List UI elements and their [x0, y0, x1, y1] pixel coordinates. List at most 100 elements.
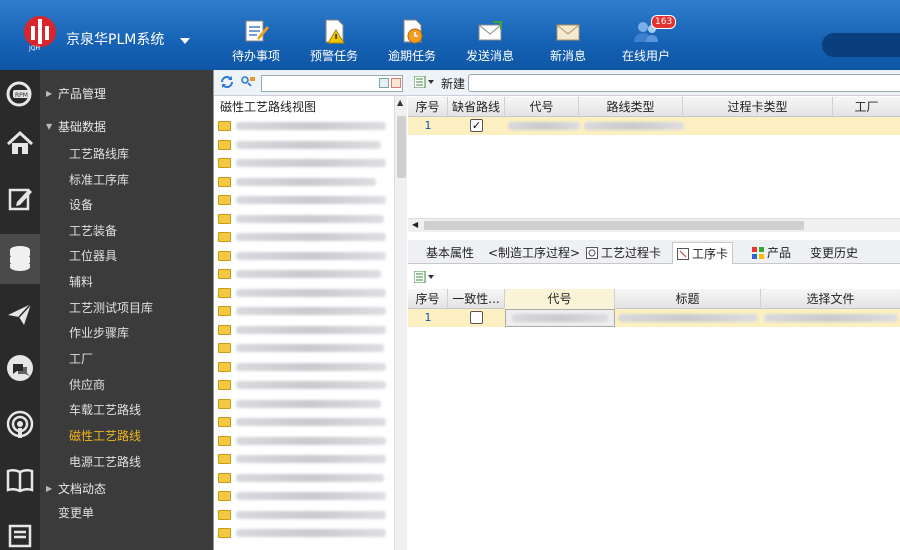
tree-item[interactable]: [214, 469, 394, 487]
tab-label: 变更历史: [810, 246, 859, 260]
nav-item-supplier[interactable]: 供应商: [69, 373, 213, 397]
table-row[interactable]: 1: [408, 309, 900, 327]
tree-item[interactable]: [214, 376, 394, 394]
tree-item[interactable]: [214, 321, 394, 339]
nav-item-factory[interactable]: 工厂: [69, 347, 213, 371]
send-icon[interactable]: [4, 298, 36, 330]
folder-icon: [218, 509, 231, 520]
nav-item-vehicle-process-route[interactable]: 车载工艺路线: [69, 398, 213, 422]
tree-item[interactable]: [214, 339, 394, 357]
nav-item-tooling[interactable]: 工艺装备: [69, 219, 213, 243]
refresh-icon[interactable]: [220, 75, 234, 92]
tree-item[interactable]: [214, 395, 394, 413]
col-code[interactable]: 代号: [505, 97, 579, 117]
col-consistency[interactable]: 一致性...: [448, 289, 505, 309]
nav-item-standard-operation-library[interactable]: 标准工序库: [69, 168, 213, 192]
code-cell-editor[interactable]: [505, 309, 615, 327]
tab-change-history[interactable]: 变更历史: [806, 242, 862, 264]
col-default-route[interactable]: 缺省路线: [448, 97, 505, 117]
nav-group-basic-data[interactable]: ▼ 基础数据: [40, 115, 213, 139]
tree-item[interactable]: [214, 210, 394, 228]
col-title[interactable]: 标题: [615, 289, 761, 309]
col-code[interactable]: 代号: [505, 289, 615, 309]
tree-item[interactable]: [214, 450, 394, 468]
locate-icon[interactable]: [240, 75, 256, 92]
default-route-checkbox[interactable]: ✓: [470, 119, 483, 132]
tab-manufacturing-process[interactable]: <制造工序过程>: [484, 242, 584, 264]
home-icon[interactable]: [4, 127, 36, 159]
tree-item[interactable]: [214, 284, 394, 302]
warning-task-button[interactable]: 预警任务: [299, 18, 369, 66]
nav-item-work-step-library[interactable]: 作业步骤库: [69, 321, 213, 345]
new-message-button[interactable]: 新消息: [533, 18, 603, 66]
nav-item-power-process-route[interactable]: 电源工艺路线: [69, 450, 213, 474]
tree-item[interactable]: [214, 136, 394, 154]
tree-item[interactable]: [214, 358, 394, 376]
nav-group-product-management[interactable]: ▶ 产品管理: [40, 82, 213, 106]
scroll-left-icon[interactable]: ◀: [412, 220, 418, 229]
tree-scrollbar[interactable]: ▲: [394, 96, 407, 550]
nav-item-process-test-library[interactable]: 工艺测试项目库: [69, 296, 213, 320]
scroll-up-icon[interactable]: ▲: [397, 98, 403, 107]
tree-item[interactable]: [214, 247, 394, 265]
signal-icon[interactable]: [4, 408, 36, 440]
chevron-down-icon[interactable]: [180, 38, 190, 44]
header-search-box[interactable]: [822, 33, 900, 57]
tree-item[interactable]: [214, 524, 394, 542]
nav-item-auxiliary-materials[interactable]: 辅料: [69, 270, 213, 294]
tree-item[interactable]: [214, 173, 394, 191]
app-header: JQH 京泉华PLM系统 待办事项 预警任务 逾期任务 发送消息 新消息 在线用…: [0, 0, 900, 70]
col-index[interactable]: 序号: [408, 97, 448, 117]
list-menu-icon[interactable]: [413, 270, 434, 286]
tree-item[interactable]: [214, 302, 394, 320]
col-card-type[interactable]: 过程卡类型: [683, 97, 833, 117]
col-route-type[interactable]: 路线类型: [579, 97, 683, 117]
tab-operation-card[interactable]: 工序卡: [672, 242, 734, 264]
search-down-icon[interactable]: [379, 78, 389, 88]
nav-item-magnetic-process-route[interactable]: 磁性工艺路线: [69, 424, 213, 448]
tree-item[interactable]: [214, 413, 394, 431]
tab-process-card[interactable]: 工艺过程卡: [582, 242, 665, 264]
rpm-icon[interactable]: RPM: [4, 78, 36, 110]
online-users-button[interactable]: 在线用户 163: [611, 15, 681, 66]
tree-item[interactable]: [214, 154, 394, 172]
tab-basic-properties[interactable]: 基本属性: [422, 242, 478, 264]
edit-icon[interactable]: [4, 183, 36, 215]
horizontal-scrollbar[interactable]: ◀: [408, 218, 900, 232]
col-factory[interactable]: 工厂: [833, 97, 900, 117]
send-message-button[interactable]: 发送消息: [455, 18, 525, 66]
search-clear-icon[interactable]: [391, 78, 401, 88]
tree-item[interactable]: [214, 191, 394, 209]
tree-item[interactable]: [214, 265, 394, 283]
overdue-task-button[interactable]: 逾期任务: [377, 18, 447, 66]
tree-search-input[interactable]: [261, 75, 403, 92]
col-index[interactable]: 序号: [408, 289, 448, 309]
list-menu-icon[interactable]: [413, 75, 434, 91]
col-select-file[interactable]: 选择文件: [761, 289, 900, 309]
nav-item-process-route-library[interactable]: 工艺路线库: [69, 142, 213, 166]
tree-item[interactable]: [214, 228, 394, 246]
nav-item-station-fixtures[interactable]: 工位器具: [69, 244, 213, 268]
redacted-item-name: [236, 399, 381, 408]
report-icon[interactable]: [4, 520, 36, 550]
nav-group-document-dynamics[interactable]: ▶ 文档动态: [40, 477, 213, 501]
nav-item-change-order[interactable]: 变更单: [58, 501, 202, 525]
consistency-checkbox[interactable]: [470, 311, 483, 324]
table-row[interactable]: 1 ✓: [408, 117, 900, 135]
new-button[interactable]: 新建: [441, 75, 465, 92]
horizontal-scrollbar-thumb[interactable]: [424, 221, 804, 230]
nav-item-equipment[interactable]: 设备: [69, 193, 213, 217]
tree-item[interactable]: [214, 487, 394, 505]
tree-scrollbar-thumb[interactable]: [397, 116, 406, 178]
book-icon[interactable]: [4, 464, 36, 496]
tree-item[interactable]: [214, 506, 394, 524]
folder-icon: [218, 139, 231, 150]
tree-item[interactable]: [214, 117, 394, 135]
expand-arrow-icon: ▶: [46, 484, 53, 493]
todo-button[interactable]: 待办事项: [221, 18, 291, 66]
tab-product[interactable]: 产品: [748, 242, 795, 264]
database-icon[interactable]: [4, 242, 36, 274]
chat-icon[interactable]: [4, 352, 36, 384]
main-search-input[interactable]: [468, 74, 900, 92]
tree-item[interactable]: [214, 432, 394, 450]
